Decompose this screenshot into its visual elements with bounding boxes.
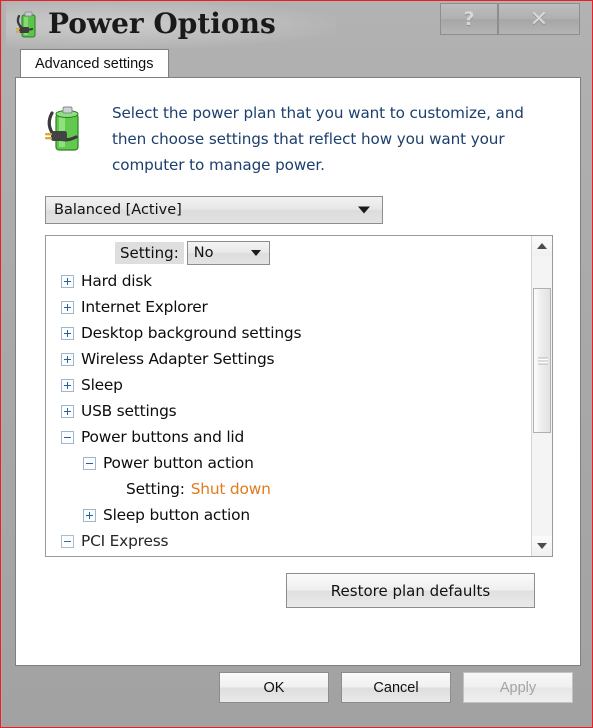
expand-plus-icon[interactable] xyxy=(83,508,96,522)
cancel-label: Cancel xyxy=(373,679,419,696)
tab-strip: Advanced settings xyxy=(15,49,581,78)
tree-item-label: Sleep button action xyxy=(103,506,250,524)
help-icon: ? xyxy=(463,8,475,30)
expand-plus-icon[interactable] xyxy=(61,404,74,418)
setting-value-link[interactable]: Shut down xyxy=(191,480,271,498)
ok-button[interactable]: OK xyxy=(219,672,329,703)
expand-plus-icon[interactable] xyxy=(61,300,74,314)
tree-item-power-button-action[interactable]: Power button action xyxy=(46,450,533,476)
dialog-footer: OK Cancel Apply xyxy=(2,666,592,727)
tree-item-hard-disk[interactable]: Hard disk xyxy=(46,268,533,294)
scroll-up-button[interactable] xyxy=(532,236,552,256)
top-setting-row: Setting: No xyxy=(46,240,270,266)
expand-plus-icon[interactable] xyxy=(61,326,74,340)
tree-item-power-button-setting: Setting: Shut down xyxy=(46,476,533,502)
battery-power-plug-icon xyxy=(44,104,90,156)
scroll-down-button[interactable] xyxy=(532,536,552,556)
scrollbar-thumb[interactable] xyxy=(533,288,551,433)
tree-item-sleep-button-action[interactable]: Sleep button action xyxy=(46,502,533,528)
tree-item-desktop-background-settings[interactable]: Desktop background settings xyxy=(46,320,533,346)
top-setting-label: Setting: xyxy=(115,242,184,264)
tree-item-label: Power button action xyxy=(103,454,254,472)
tree-item-label: Hard disk xyxy=(81,272,152,290)
settings-tree: Hard disk Internet Explorer Desktop back… xyxy=(46,268,533,554)
tree-item-label: Desktop background settings xyxy=(81,324,302,342)
help-button[interactable]: ? xyxy=(440,3,498,35)
window-title: Power Options xyxy=(48,7,276,40)
expand-plus-icon[interactable] xyxy=(61,378,74,392)
tree-item-label: Sleep xyxy=(81,376,123,394)
tree-item-sleep[interactable]: Sleep xyxy=(46,372,533,398)
scroll-down-arrow-icon xyxy=(537,543,547,549)
tree-item-wireless-adapter-settings[interactable]: Wireless Adapter Settings xyxy=(46,346,533,372)
tree-item-label: Power buttons and lid xyxy=(81,428,245,446)
tab-advanced-settings[interactable]: Advanced settings xyxy=(20,49,169,78)
setting-label: Setting: xyxy=(126,480,185,498)
restore-plan-defaults-label: Restore plan defaults xyxy=(330,581,491,600)
tree-item-pci-express[interactable]: PCI Express xyxy=(46,528,533,554)
ok-label: OK xyxy=(263,679,285,696)
tab-panel: Select the power plan that you want to c… xyxy=(15,77,581,666)
chevron-down-icon xyxy=(250,250,261,256)
tree-item-label: Internet Explorer xyxy=(81,298,208,316)
tree-item-label: Wireless Adapter Settings xyxy=(81,350,275,368)
window-frame: Power Options ? ✕ Advanced settings Sele… xyxy=(2,1,592,727)
close-icon: ✕ xyxy=(529,6,549,32)
expand-plus-icon[interactable] xyxy=(61,352,74,366)
settings-list-scrollbar[interactable] xyxy=(531,236,552,556)
tree-item-label: PCI Express xyxy=(81,532,169,550)
scrollbar-grip-icon xyxy=(538,357,548,364)
scroll-up-arrow-icon xyxy=(537,243,547,249)
restore-plan-defaults-button[interactable]: Restore plan defaults xyxy=(286,573,535,608)
title-bar: Power Options ? ✕ xyxy=(2,1,592,48)
tree-item-label: USB settings xyxy=(81,402,177,420)
battery-power-plug-icon xyxy=(14,10,42,40)
close-button[interactable]: ✕ xyxy=(498,3,580,35)
apply-button: Apply xyxy=(463,672,573,703)
cancel-button[interactable]: Cancel xyxy=(341,672,451,703)
collapse-minus-icon[interactable] xyxy=(61,534,74,548)
tree-item-power-buttons-and-lid[interactable]: Power buttons and lid xyxy=(46,424,533,450)
tree-item-usb-settings[interactable]: USB settings xyxy=(46,398,533,424)
tree-item-internet-explorer[interactable]: Internet Explorer xyxy=(46,294,533,320)
apply-label: Apply xyxy=(499,679,537,696)
advanced-settings-list[interactable]: Setting: No Hard disk Internet Explorer … xyxy=(45,235,553,557)
top-setting-select[interactable]: No xyxy=(186,241,270,265)
power-options-window: Power Options ? ✕ Advanced settings Sele… xyxy=(0,0,593,728)
top-setting-value: No xyxy=(193,245,214,261)
collapse-minus-icon[interactable] xyxy=(83,456,96,470)
power-plan-value: Balanced [Active] xyxy=(54,202,182,218)
settings-tree-viewport: Setting: No Hard disk Internet Explorer … xyxy=(46,236,533,556)
chevron-down-icon xyxy=(358,206,370,214)
intro-text: Select the power plan that you want to c… xyxy=(112,104,524,174)
power-plan-select[interactable]: Balanced [Active] xyxy=(45,196,383,224)
expand-plus-icon[interactable] xyxy=(61,274,74,288)
tab-region: Advanced settings Select the power plan … xyxy=(15,49,581,666)
collapse-minus-icon[interactable] xyxy=(61,430,74,444)
intro-block: Select the power plan that you want to c… xyxy=(44,100,554,186)
tab-label: Advanced settings xyxy=(35,56,154,72)
